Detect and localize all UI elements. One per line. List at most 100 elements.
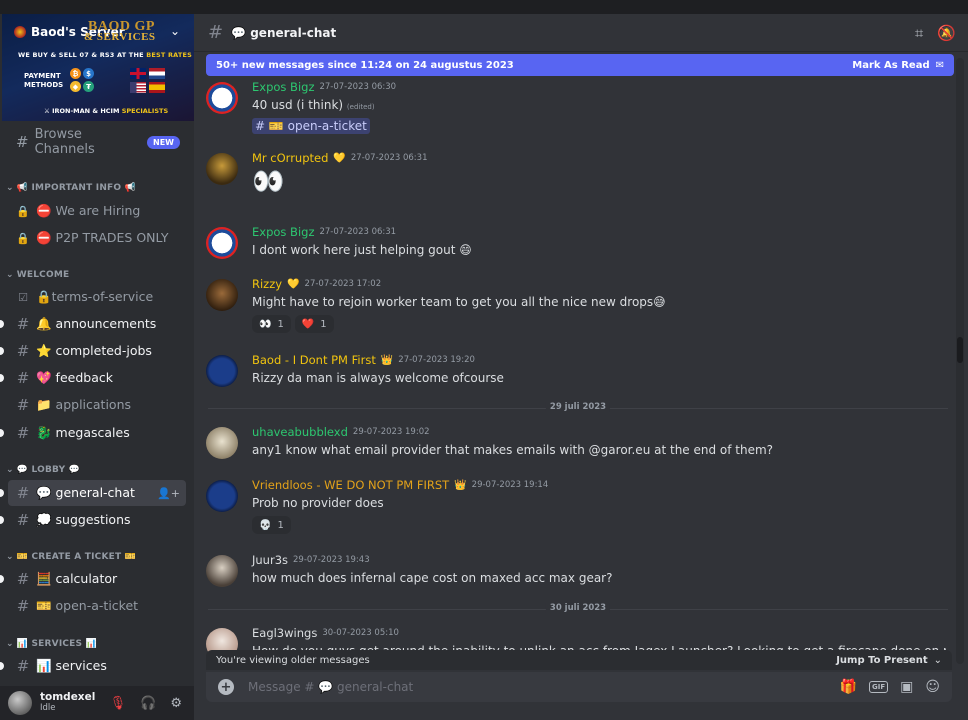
emoji-picker-icon[interactable]: ☺ <box>925 679 940 695</box>
chevron-down-icon[interactable]: ⌄ <box>170 24 180 38</box>
category-important-info[interactable]: ⌄ 📢 IMPORTANT INFO 📢 <box>6 183 136 193</box>
message-header: Expos Bigz 27-07-2023 06:30 <box>252 80 396 94</box>
reaction-skull[interactable]: 💀 1 <box>252 516 291 534</box>
channel-p2p-trades[interactable]: 🔒 ⛔ P2P TRADES ONLY <box>8 225 186 251</box>
reaction-heart[interactable]: ❤️ 1 <box>294 315 334 333</box>
channel-label: 💖 feedback <box>36 370 113 385</box>
timestamp: 29-07-2023 19:43 <box>293 555 370 565</box>
author-name[interactable]: Rizzy <box>252 277 282 291</box>
channel-hiring[interactable]: 🔒 ⛔ We are Hiring <box>8 198 186 224</box>
channel-general-chat[interactable]: # 💬 general-chat 👤+ <box>0 480 186 506</box>
avatar[interactable] <box>206 555 238 587</box>
category-label: WELCOME <box>16 270 70 280</box>
bnb-icon: ◆ <box>70 81 81 92</box>
user-info[interactable]: tomdexel Idle <box>40 692 95 714</box>
author-name[interactable]: Baod - I Dont PM First <box>252 353 376 367</box>
message-text: I dont work here just helping gout 😄 <box>252 243 472 257</box>
role-heart-icon: 💛 <box>287 278 300 290</box>
channel-suggestions[interactable]: # 💭 suggestions <box>0 507 186 533</box>
attach-plus-icon[interactable]: + <box>218 679 234 695</box>
browse-channels-button[interactable]: # Browse Channels NEW <box>8 127 186 157</box>
message-input[interactable]: Message # 💬 general-chat <box>248 680 413 694</box>
category-lobby[interactable]: ⌄ 💬 LOBBY 💬 <box>6 465 80 475</box>
avatar[interactable] <box>8 691 32 715</box>
deafen-icon[interactable]: 🎧 <box>140 696 156 711</box>
channel-megascales[interactable]: # 🐉 megascales <box>0 420 186 446</box>
channel-open-a-ticket[interactable]: # 🎫 open-a-ticket <box>8 593 186 619</box>
nl-flag-icon <box>149 68 165 79</box>
older-messages-text: You're viewing older messages <box>216 654 370 666</box>
channel-announcements[interactable]: # 🔔 announcements <box>0 311 186 337</box>
message: Baod - I Dont PM First 👑 27-07-2023 19:2… <box>206 353 946 391</box>
reaction-count: 1 <box>320 318 327 330</box>
invite-user-icon[interactable]: 👤+ <box>157 487 180 500</box>
hash-icon: # <box>208 22 224 43</box>
channel-label: 💬 general-chat <box>36 485 135 500</box>
message-header: Rizzy 💛 27-07-2023 17:02 <box>252 277 381 291</box>
banner-payment: PAYMENT METHODS <box>24 72 64 89</box>
threads-icon[interactable]: ⌗ <box>915 24 923 42</box>
new-messages-bar[interactable]: 50+ new messages since 11:24 on 24 augus… <box>206 54 954 76</box>
author-name[interactable]: Mr cOrrupted <box>252 151 328 165</box>
message-content: 40 usd (i think) <box>252 98 344 112</box>
avatar[interactable] <box>206 480 238 512</box>
message-text: Might have to rejoin worker team to get … <box>252 295 666 309</box>
unread-indicator <box>0 662 4 670</box>
timestamp: 29-07-2023 19:02 <box>352 427 430 437</box>
avatar[interactable] <box>206 279 238 311</box>
settings-gear-icon[interactable]: ⚙ <box>170 696 182 711</box>
author-name[interactable]: Vriendloos - WE DO NOT PM FIRST <box>252 478 449 492</box>
lock-icon: 🔒 <box>16 231 30 245</box>
category-services[interactable]: ⌄ 📊 SERVICES 📊 <box>6 639 97 649</box>
author-name[interactable]: Juur3s <box>252 553 288 567</box>
channel-terms-of-service[interactable]: ☑ 🔒terms-of-service <box>8 284 186 310</box>
channel-calculator[interactable]: # 🧮 calculator <box>0 566 186 592</box>
usdc-icon: $ <box>83 68 94 79</box>
unread-indicator <box>0 516 4 524</box>
avatar[interactable] <box>206 153 238 185</box>
sticker-icon[interactable]: ▣ <box>900 679 913 695</box>
author-name[interactable]: Expos Bigz <box>252 225 314 239</box>
channel-label: 💭 suggestions <box>36 512 131 527</box>
channel-title: 💬 general-chat <box>231 25 337 40</box>
server-banner[interactable]: Baod's Server ⌄ BAOD GP & SERVICES WE BU… <box>2 14 194 121</box>
channel-feedback[interactable]: # 💖 feedback <box>0 365 186 391</box>
tether-icon: ₮ <box>83 81 94 92</box>
gif-icon[interactable]: GIF <box>869 681 889 693</box>
message-text: Prob no provider does <box>252 496 384 510</box>
avatar[interactable] <box>206 82 238 114</box>
hash-icon: # <box>16 597 30 615</box>
category-welcome[interactable]: ⌄ WELCOME <box>6 270 69 280</box>
channel-services[interactable]: # 📊 services <box>0 653 186 679</box>
reaction-emoji: 💀 <box>259 519 272 531</box>
scrollbar-thumb[interactable] <box>957 337 963 363</box>
avatar[interactable] <box>206 227 238 259</box>
channel-mention[interactable]: # 🎫 open-a-ticket <box>252 118 370 134</box>
unread-indicator <box>0 374 4 382</box>
role-crown-icon: 👑 <box>454 479 467 491</box>
author-name[interactable]: Expos Bigz <box>252 80 314 94</box>
channel-applications[interactable]: # 📁 applications <box>8 392 186 418</box>
chevron-down-icon[interactable]: ⌄ <box>934 655 942 666</box>
mute-mic-icon[interactable]: 🎙 <box>110 696 127 711</box>
category-label: 💬 LOBBY 💬 <box>16 465 81 475</box>
author-name[interactable]: uhaveabubblexd <box>252 425 348 439</box>
message-header: Juur3s 29-07-2023 19:43 <box>252 553 370 567</box>
notification-bell-muted-icon[interactable]: 🔕 <box>937 24 956 42</box>
gift-icon[interactable]: 🎁 <box>840 679 857 695</box>
banner-specialists: ⚔ IRON-MAN & HCIM SPECIALISTS <box>44 107 169 115</box>
older-messages-bar: You're viewing older messages Jump To Pr… <box>206 650 952 670</box>
message-header: uhaveabubblexd 29-07-2023 19:02 <box>252 425 430 439</box>
us-flag-icon <box>130 82 146 93</box>
jump-to-present-button[interactable]: Jump To Present <box>836 655 927 666</box>
reaction-eyes[interactable]: 👀 1 <box>252 315 291 333</box>
avatar[interactable] <box>206 427 238 459</box>
message-composer[interactable]: + Message # 💬 general-chat 🎁 GIF ▣ ☺ <box>206 672 952 702</box>
voice-controls: 🎙 🎧 ⚙ <box>110 696 182 711</box>
mark-as-read-button[interactable]: Mark As Read <box>852 60 929 71</box>
channel-completed-jobs[interactable]: # ⭐ completed-jobs <box>0 338 186 364</box>
message-header: Expos Bigz 27-07-2023 06:31 <box>252 225 396 239</box>
author-name[interactable]: Eagl3wings <box>252 628 317 640</box>
avatar[interactable] <box>206 355 238 387</box>
category-create-ticket[interactable]: ⌄ 🎫 CREATE A TICKET 🎫 <box>6 552 136 562</box>
